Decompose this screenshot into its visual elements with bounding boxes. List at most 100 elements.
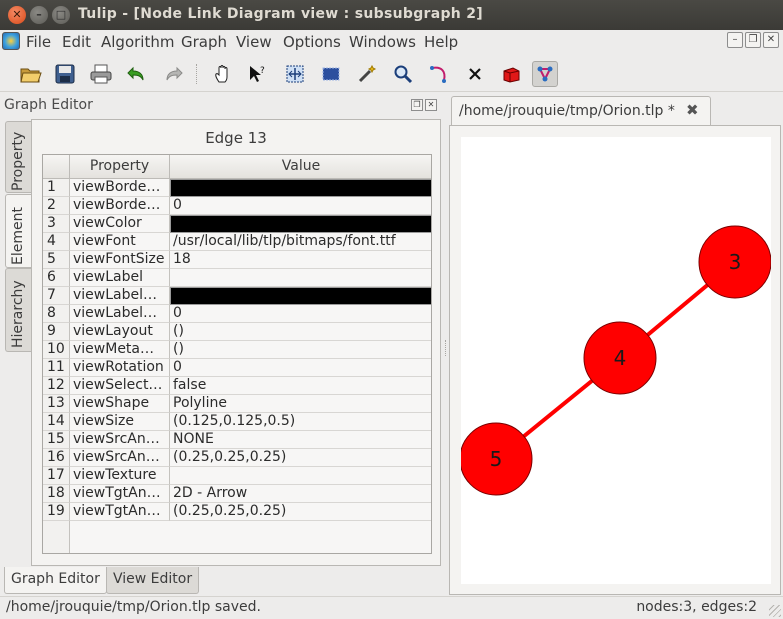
select-pointer-icon[interactable]: ? (244, 61, 270, 87)
color-value-swatch[interactable] (170, 179, 431, 197)
table-row[interactable]: 15 viewSrcAn… NONE (43, 431, 431, 449)
window-maximize-button[interactable]: □ (52, 6, 70, 24)
delete-x-icon[interactable] (462, 61, 488, 87)
table-row[interactable]: 14 viewSize (0.125,0.125,0.5) (43, 413, 431, 431)
dock-close-button[interactable]: ✕ (425, 99, 437, 111)
row-number: 7 (43, 287, 70, 305)
property-name-cell: viewSrcAn… (70, 431, 170, 449)
property-value-cell[interactable]: (0.125,0.125,0.5) (170, 413, 431, 431)
open-folder-icon[interactable] (18, 61, 44, 87)
property-value-cell[interactable]: (0.25,0.25,0.25) (170, 449, 431, 467)
table-row[interactable]: 8 viewLabel… 0 (43, 305, 431, 323)
tab-hierarchy[interactable]: Hierarchy (5, 268, 31, 352)
property-value-cell[interactable]: () (170, 323, 431, 341)
table-row[interactable]: 16 viewSrcAn… (0.25,0.25,0.25) (43, 449, 431, 467)
property-value-cell[interactable]: 0 (170, 359, 431, 377)
table-row[interactable]: 17 viewTexture (43, 467, 431, 485)
undo-icon[interactable] (124, 61, 150, 87)
window-title: Tulip - [Node Link Diagram view : subsub… (78, 6, 483, 22)
tab-graph-editor[interactable]: Graph Editor (4, 567, 107, 594)
graph-counts: nodes:3, edges:2 (636, 599, 757, 615)
row-number-header (43, 155, 70, 179)
property-value-cell[interactable]: Polyline (170, 395, 431, 413)
property-name-cell: viewTgtAn… (70, 485, 170, 503)
menu-file[interactable]: File (26, 33, 51, 51)
table-row[interactable]: 9 viewLayout() (43, 323, 431, 341)
row-number: 9 (43, 323, 70, 341)
document-tab[interactable]: /home/jrouquie/tmp/Orion.tlp * ✖ (451, 96, 711, 126)
pan-hand-icon[interactable] (210, 61, 236, 87)
magic-wand-icon[interactable] (354, 61, 380, 87)
property-value-cell[interactable]: /usr/local/lib/tlp/bitmaps/font.ttf (170, 233, 431, 251)
row-number: 16 (43, 449, 70, 467)
property-value-cell[interactable]: (0.25,0.25,0.25) (170, 503, 431, 521)
menu-windows[interactable]: Windows (349, 33, 416, 51)
rectangle-select-icon[interactable] (318, 61, 344, 87)
status-message: /home/jrouquie/tmp/Orion.tlp saved. (6, 599, 261, 615)
window-close-button[interactable]: ✕ (8, 6, 26, 24)
element-title: Edge 13 (205, 129, 267, 147)
toolbar: ? (0, 56, 783, 92)
resize-grip[interactable] (769, 605, 781, 617)
table-row[interactable]: 2 viewBorde… 0 (43, 197, 431, 215)
row-number: 17 (43, 467, 70, 485)
menu-graph[interactable]: Graph (181, 33, 227, 51)
column-header-value[interactable]: Value (170, 155, 431, 179)
dock-float-button[interactable]: ❐ (411, 99, 423, 111)
tulip-app-icon[interactable] (2, 32, 20, 50)
color-value-swatch[interactable] (170, 287, 431, 305)
table-row[interactable]: 12 viewSelect… false (43, 377, 431, 395)
property-value-cell[interactable]: 18 (170, 251, 431, 269)
node-label: 5 (490, 447, 503, 471)
table-row[interactable]: 5 viewFontSize 18 (43, 251, 431, 269)
table-row[interactable]: 3 viewColor (43, 215, 431, 233)
property-value-cell[interactable]: NONE (170, 431, 431, 449)
column-header-property[interactable]: Property (70, 155, 170, 179)
mdi-restore-button[interactable]: ❐ (745, 32, 761, 48)
property-value-cell[interactable]: 2D - Arrow (170, 485, 431, 503)
menu-help[interactable]: Help (424, 33, 458, 51)
redo-icon[interactable] (160, 61, 186, 87)
tab-element[interactable]: Element (5, 194, 31, 268)
table-row[interactable]: 10 viewMeta…() (43, 341, 431, 359)
window-minimize-button[interactable]: – (30, 6, 48, 24)
tab-element-label: Element (10, 207, 26, 265)
table-row[interactable]: 7 viewLabel… (43, 287, 431, 305)
node-link-diagram[interactable]: 3 4 5 (459, 137, 772, 584)
splitter-handle[interactable] (445, 340, 448, 356)
graph-canvas[interactable]: 3 4 5 (459, 137, 772, 584)
property-value-cell[interactable]: 0 (170, 197, 431, 215)
tab-view-editor[interactable]: View Editor (106, 567, 200, 594)
table-row[interactable]: 11 viewRotation 0 (43, 359, 431, 377)
row-number: 3 (43, 215, 70, 233)
add-edge-icon[interactable] (532, 61, 558, 87)
table-row[interactable]: 13 viewShape Polyline (43, 395, 431, 413)
property-value-cell[interactable] (170, 269, 431, 287)
color-value-swatch[interactable] (170, 215, 431, 233)
menu-view[interactable]: View (236, 33, 272, 51)
zoom-box-icon[interactable] (282, 61, 308, 87)
table-row[interactable]: 4 viewFont/usr/local/lib/tlp/bitmaps/font… (43, 233, 431, 251)
table-row[interactable]: 18 viewTgtAn… 2D - Arrow (43, 485, 431, 503)
property-value-cell[interactable] (170, 467, 431, 485)
property-value-cell[interactable]: 0 (170, 305, 431, 323)
table-row[interactable]: 6 viewLabel (43, 269, 431, 287)
menu-algorithm[interactable]: Algorithm (101, 33, 174, 51)
property-value-cell[interactable]: () (170, 341, 431, 359)
menu-options[interactable]: Options (283, 33, 341, 51)
table-row[interactable]: 1 viewBorde… (43, 179, 431, 197)
mdi-minimize-button[interactable]: – (727, 32, 743, 48)
print-icon[interactable] (88, 61, 114, 87)
tab-property[interactable]: Property (5, 121, 31, 193)
table-row[interactable]: 19 viewTgtAn… (0.25,0.25,0.25) (43, 503, 431, 521)
document-tab-label: /home/jrouquie/tmp/Orion.tlp * (459, 103, 675, 119)
menu-edit[interactable]: Edit (62, 33, 91, 51)
save-icon[interactable] (52, 61, 78, 87)
bend-edge-icon[interactable] (426, 61, 452, 87)
magnifier-icon[interactable] (390, 61, 416, 87)
mdi-close-button[interactable]: ✕ (763, 32, 779, 48)
row-number: 12 (43, 377, 70, 395)
close-tab-icon[interactable]: ✖ (686, 101, 699, 119)
property-value-cell[interactable]: false (170, 377, 431, 395)
add-node-cube-icon[interactable] (498, 61, 524, 87)
